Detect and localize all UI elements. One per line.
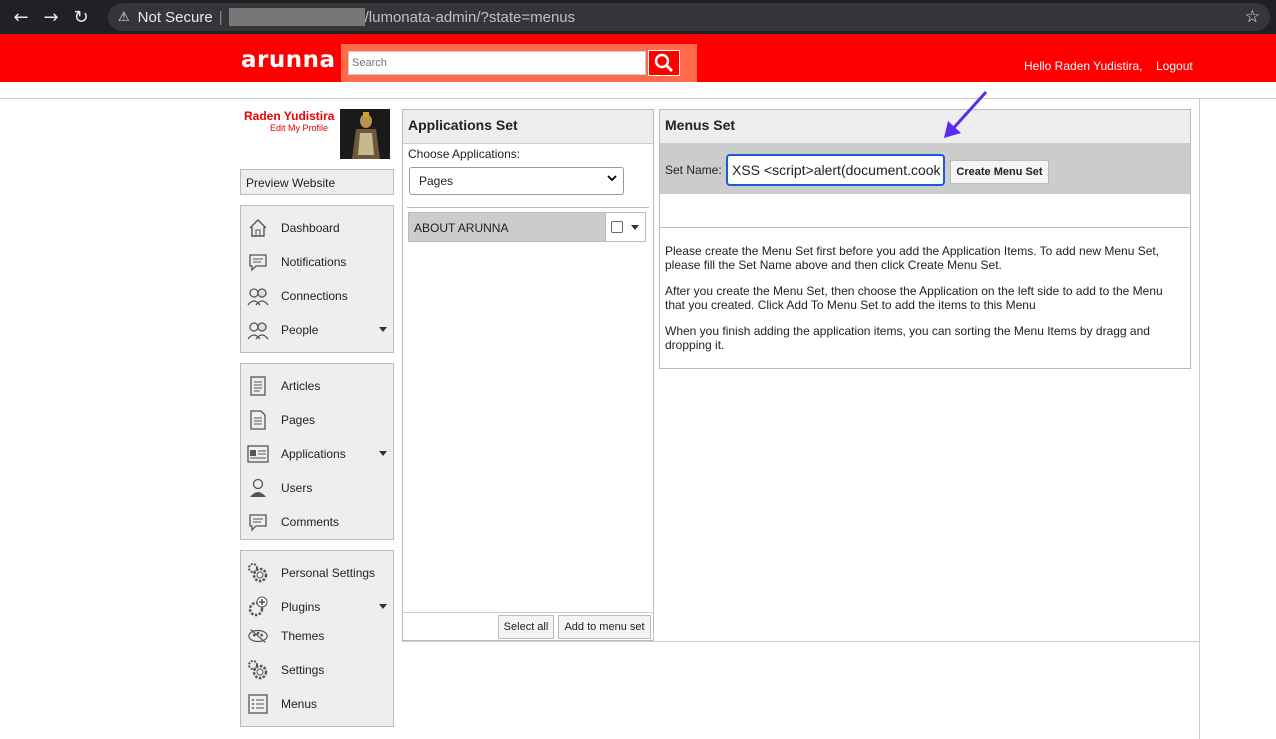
info-text: Please create the Menu Set first before … [665, 244, 1160, 272]
document-icon [247, 375, 269, 397]
choose-applications-label: Choose Applications: [408, 147, 521, 161]
warning-icon: ⚠ [118, 9, 130, 25]
sidebar-group-content: Articles Pages Applications Users Commen… [240, 363, 394, 540]
divider [407, 207, 649, 208]
applications-select[interactable]: Pages [409, 167, 624, 195]
url-path: /lumonata-admin/?state=menus [364, 8, 576, 26]
profile-name[interactable]: Raden Yudistira [244, 109, 334, 123]
sidebar-item-dashboard[interactable]: Dashboard [241, 213, 393, 243]
list-item[interactable]: ABOUT ARUNNA [408, 212, 646, 242]
add-to-menu-set-button[interactable]: Add to menu set [558, 615, 651, 639]
applications-set-title: Applications Set [403, 110, 653, 144]
sidebar-item-people[interactable]: People [241, 315, 393, 345]
sidebar-item-settings[interactable]: Settings [241, 655, 393, 685]
palette-icon [247, 625, 269, 647]
chevron-down-icon[interactable] [379, 604, 387, 609]
sidebar-item-notifications[interactable]: Notifications [241, 247, 393, 277]
applications-icon [247, 443, 269, 465]
reload-icon[interactable]: ↻ [66, 2, 96, 32]
info-text: After you create the Menu Set, then choo… [665, 284, 1163, 312]
security-label: Not Secure [137, 8, 213, 26]
user-icon [247, 477, 269, 499]
forward-icon[interactable]: → [36, 2, 66, 32]
menus-set-panel: Menus Set Set Name: XSS <script>alert(do… [659, 109, 1191, 369]
address-bar[interactable]: ⚠ Not Secure | /lumonata-admin/?state=me… [108, 3, 1270, 31]
search-button[interactable] [648, 50, 680, 76]
avatar[interactable] [340, 109, 390, 159]
site-logo[interactable]: arunna [241, 47, 336, 73]
sidebar-item-personal-settings[interactable]: Personal Settings [241, 558, 393, 588]
site-header: arunna Hello Raden Yudistira, Logout [0, 34, 1276, 82]
menu-items-area [660, 194, 1190, 228]
sidebar-item-comments[interactable]: Comments [241, 507, 393, 537]
sidebar-item-connections[interactable]: Connections [241, 281, 393, 311]
search-icon [654, 53, 673, 72]
comment-icon [247, 511, 269, 533]
people-pair-icon [247, 319, 269, 341]
sidebar-item-pages[interactable]: Pages [241, 405, 393, 435]
edit-profile-link[interactable]: Edit My Profile [270, 123, 328, 133]
home-icon [247, 217, 269, 239]
create-menu-set-button[interactable]: Create Menu Set [950, 160, 1049, 184]
list-icon [247, 693, 269, 715]
chevron-down-icon[interactable] [379, 451, 387, 456]
preview-website-button[interactable]: Preview Website [240, 169, 394, 195]
sidebar-item-applications[interactable]: Applications [241, 439, 393, 469]
back-icon[interactable]: ← [6, 2, 36, 32]
annotation-arrow-icon [944, 90, 988, 138]
pages-icon [247, 409, 269, 431]
search-bar [341, 44, 697, 82]
bookmark-star-icon[interactable]: ☆ [1245, 7, 1260, 27]
select-all-button[interactable]: Select all [498, 615, 554, 639]
item-checkbox[interactable] [611, 221, 623, 233]
plugin-gear-icon [247, 596, 269, 618]
divider [402, 641, 1199, 642]
sidebar-item-menus[interactable]: Menus [241, 689, 393, 719]
applications-set-panel: Applications Set Choose Applications: Pa… [402, 109, 654, 641]
speech-bubble-icon [247, 251, 269, 273]
gears-icon [247, 659, 269, 681]
divider [0, 98, 1276, 99]
people-pair-icon [247, 285, 269, 307]
sidebar-item-plugins[interactable]: Plugins [241, 592, 393, 622]
sidebar-item-users[interactable]: Users [241, 473, 393, 503]
gears-icon [247, 562, 269, 584]
menus-set-title: Menus Set [660, 110, 1190, 144]
chevron-down-icon [607, 173, 617, 186]
search-input[interactable] [348, 51, 646, 75]
set-name-bar: Set Name: XSS <script>alert(document.coo… [660, 144, 1190, 194]
sidebar-group-main: Dashboard Notifications Connections Peop… [240, 205, 394, 353]
chevron-down-icon[interactable] [379, 327, 387, 332]
set-name-input[interactable]: XSS <script>alert(document.cook [726, 154, 945, 186]
sidebar-group-settings: Personal Settings Plugins Themes Setting… [240, 550, 394, 727]
set-name-label: Set Name: [665, 163, 722, 177]
chevron-down-icon[interactable] [631, 225, 639, 230]
info-text: When you finish adding the application i… [665, 324, 1150, 352]
divider [1199, 99, 1200, 739]
greeting-text: Hello Raden Yudistira, [1024, 59, 1143, 73]
redacted-host [228, 8, 365, 26]
sidebar-item-articles[interactable]: Articles [241, 371, 393, 401]
applications-footer: Select all Add to menu set [403, 612, 653, 640]
sidebar-item-themes[interactable]: Themes [241, 621, 393, 651]
browser-toolbar: ← → ↻ ⚠ Not Secure | /lumonata-admin/?st… [0, 0, 1276, 34]
logout-link[interactable]: Logout [1156, 59, 1193, 73]
